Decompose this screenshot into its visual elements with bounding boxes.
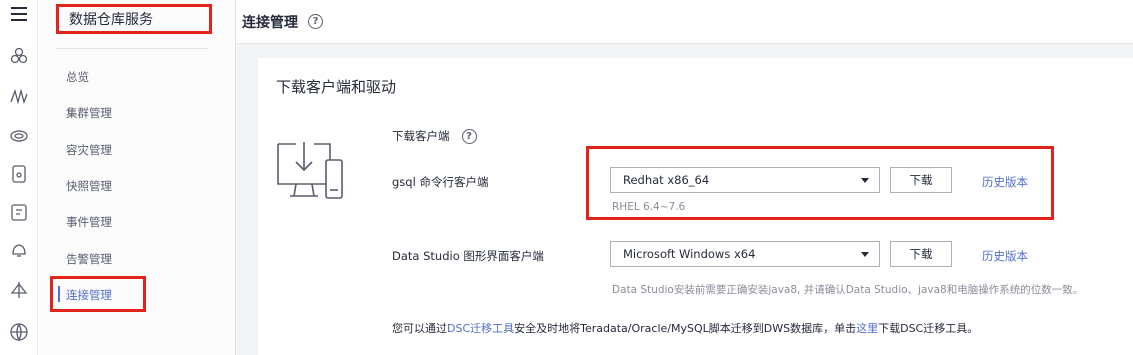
client-help-icon[interactable]: ? xyxy=(461,128,477,144)
sidebar: 数据仓库服务 总览 集群管理 容灾管理 快照管理 事件管理 告警管理 连接管理 xyxy=(38,0,236,355)
disaster-icon[interactable] xyxy=(7,124,31,148)
studio-hint: Data Studio安装前需要正确安装java8, 并请确认Data Stud… xyxy=(612,284,1084,296)
download-card: 下载客户端和驱动 下载客户端 ? gsql 命令行客户端 Redhat x86_… xyxy=(258,58,1133,355)
sidebar-item-connection[interactable]: 连接管理 xyxy=(66,286,112,304)
active-indicator xyxy=(58,286,60,302)
connection-icon[interactable] xyxy=(7,278,31,302)
dsc-download-here-link[interactable]: 这里 xyxy=(856,322,878,335)
cluster-icon[interactable] xyxy=(7,84,31,108)
studio-history-link[interactable]: 历史版本 xyxy=(982,248,1028,264)
sidebar-item-cluster[interactable]: 集群管理 xyxy=(66,104,112,122)
chevron-down-icon xyxy=(861,178,869,183)
gsql-history-link[interactable]: 历史版本 xyxy=(982,174,1028,190)
computer-download-icon xyxy=(277,142,343,199)
chevron-down-icon xyxy=(861,252,869,257)
sidebar-title: 数据仓库服务 xyxy=(56,4,212,34)
client-section-label: 下载客户端 xyxy=(392,129,450,143)
sidebar-divider xyxy=(56,48,208,49)
studio-label: Data Studio 图形界面客户端 xyxy=(392,249,544,263)
client-section-header: 下载客户端 ? xyxy=(392,128,477,144)
gsql-label: gsql 命令行客户端 xyxy=(392,175,489,189)
sidebar-item-overview[interactable]: 总览 xyxy=(66,68,89,86)
globe-icon[interactable] xyxy=(7,320,31,344)
dsc-footer: 您可以通过DSC迁移工具安全及时地将Teradata/Oracle/MySQL脚… xyxy=(392,320,978,336)
main-content: 下载客户端和驱动 下载客户端 ? gsql 命令行客户端 Redhat x86_… xyxy=(236,44,1133,355)
snapshot-icon[interactable] xyxy=(7,162,31,186)
studio-selected-value: Microsoft Windows x64 xyxy=(623,247,756,261)
gsql-download-button[interactable]: 下载 xyxy=(890,167,952,193)
sidebar-item-event[interactable]: 事件管理 xyxy=(66,213,112,231)
studio-os-select[interactable]: Microsoft Windows x64 xyxy=(610,241,880,267)
sidebar-item-snapshot[interactable]: 快照管理 xyxy=(66,177,112,195)
icon-rail xyxy=(0,0,38,355)
card-title: 下载客户端和驱动 xyxy=(276,78,397,96)
gsql-os-select[interactable]: Redhat x86_64 xyxy=(610,167,880,193)
page-title: 连接管理 xyxy=(242,14,298,31)
sidebar-item-disaster-recovery[interactable]: 容灾管理 xyxy=(66,141,112,159)
alarm-icon[interactable] xyxy=(7,238,31,262)
page-header: 连接管理 ? xyxy=(236,0,1133,44)
studio-download-button[interactable]: 下载 xyxy=(890,241,952,267)
gsql-selected-value: Redhat x86_64 xyxy=(623,173,710,187)
footer-prefix: 您可以通过 xyxy=(392,322,447,335)
gsql-hint: RHEL 6.4~7.6 xyxy=(612,201,686,213)
footer-suffix: 下载DSC迁移工具。 xyxy=(878,322,979,335)
sidebar-item-alarm[interactable]: 告警管理 xyxy=(66,250,112,268)
footer-middle: 安全及时地将Teradata/Oracle/MySQL脚本迁移到DWS数据库，单… xyxy=(514,322,857,335)
menu-icon[interactable] xyxy=(7,2,31,26)
event-icon[interactable] xyxy=(7,200,31,224)
dsc-tool-link[interactable]: DSC迁移工具 xyxy=(447,322,514,335)
overview-icon[interactable] xyxy=(7,44,31,68)
help-icon[interactable]: ? xyxy=(308,14,323,29)
